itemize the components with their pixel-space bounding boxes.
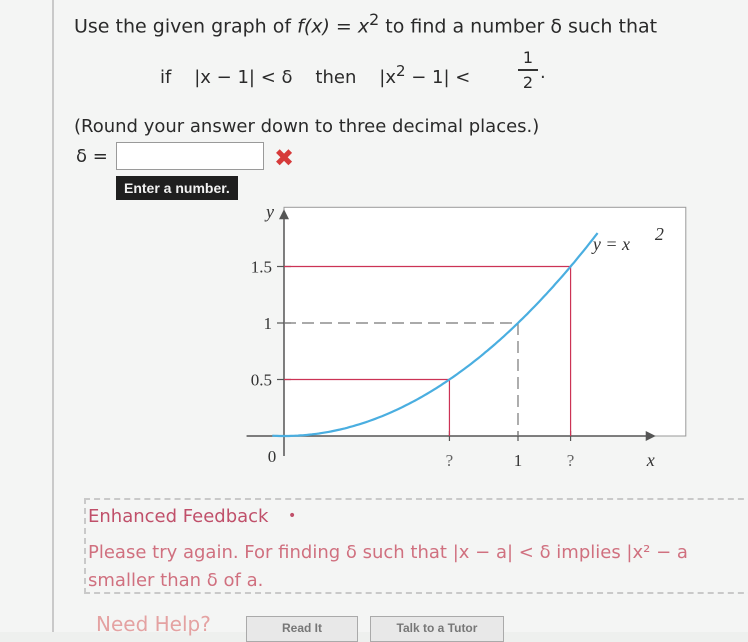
read-it-button[interactable]: Read It xyxy=(246,616,358,642)
feedback-line-1: Please try again. For finding δ such tha… xyxy=(88,542,688,563)
talk-to-tutor-button[interactable]: Talk to a Tutor xyxy=(370,616,504,642)
y-tick-label-0: 1.5 xyxy=(251,258,272,277)
x-tick-label-1: 1 xyxy=(514,451,523,470)
y-tick-label-1: 1 xyxy=(264,314,273,333)
need-help-label: Need Help? xyxy=(96,612,211,636)
x-tick-label-0: ? xyxy=(446,451,454,470)
x-axis-label: x xyxy=(646,450,655,470)
feedback-line-2: smaller than δ of a. xyxy=(88,570,264,591)
curve-label-exponent: 2 xyxy=(655,224,664,244)
curve-label: y = x xyxy=(591,234,630,254)
y-axis-label: y xyxy=(264,201,274,221)
feedback-bullet: • xyxy=(288,508,297,524)
feedback-title: Enhanced Feedback xyxy=(88,506,269,527)
x-tick-label-2: ? xyxy=(567,451,575,470)
origin-label: 0 xyxy=(268,447,277,466)
y-tick-label-2: 0.5 xyxy=(251,371,272,390)
